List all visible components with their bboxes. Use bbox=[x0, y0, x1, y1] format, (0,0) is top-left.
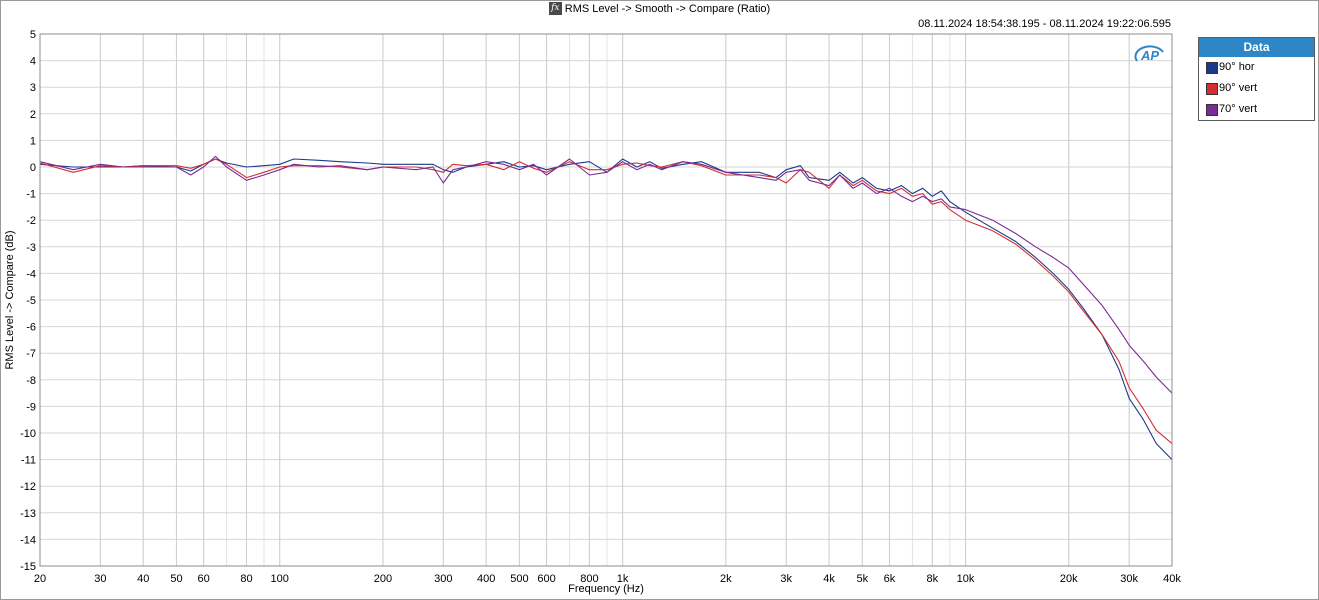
series-line-70-vert bbox=[39, 155, 1173, 394]
x-tick-label: 1k bbox=[617, 573, 629, 585]
x-tick-labels: 20 30 40 50 60 80 100 200 300 400 500 600 800 1k 2k 3k 4… bbox=[34, 573, 1181, 585]
series-line-90-hor bbox=[39, 158, 1173, 460]
y-tick-label: 4 bbox=[30, 56, 36, 68]
y-tick-label: 0 bbox=[30, 162, 36, 174]
x-tick-label: 20k bbox=[1060, 573, 1078, 585]
y-tick-label: -1 bbox=[26, 189, 36, 201]
x-tick-label: 500 bbox=[510, 573, 528, 585]
y-tick-label: -13 bbox=[20, 508, 36, 520]
legend: Data 90° hor 90° vert 70° vert bbox=[1198, 37, 1315, 121]
x-tick-label: 50 bbox=[170, 573, 182, 585]
y-tick-label: 1 bbox=[30, 135, 36, 147]
y-tick-label: -15 bbox=[20, 561, 36, 573]
x-tick-label: 30k bbox=[1120, 573, 1138, 585]
x-tick-label: 2k bbox=[720, 573, 732, 585]
legend-swatch bbox=[1206, 83, 1218, 95]
x-tick-label: 40k bbox=[1163, 573, 1181, 585]
x-tick-label: 60 bbox=[197, 573, 209, 585]
x-tick-label: 200 bbox=[374, 573, 392, 585]
y-tick-label: -14 bbox=[20, 534, 36, 546]
y-tick-labels: 5 4 3 2 1 0 -1 -2 -3 -4 -5 -6 -7 -8 -9 -10 -11 -12 -13 -14 -… bbox=[20, 29, 36, 573]
ap-logo: AP bbox=[1134, 44, 1166, 68]
y-tick-label: -12 bbox=[20, 481, 36, 493]
x-tick-label: 3k bbox=[780, 573, 792, 585]
x-tick-label: 5k bbox=[856, 573, 868, 585]
y-tick-label: -7 bbox=[26, 348, 36, 360]
y-tick-label: -4 bbox=[26, 268, 36, 280]
legend-item-70-vert[interactable]: 70° vert bbox=[1199, 99, 1314, 120]
y-tick-label: 5 bbox=[30, 29, 36, 41]
x-tick-label: 4k bbox=[823, 573, 835, 585]
x-tick-label: 80 bbox=[240, 573, 252, 585]
y-tick-label: -6 bbox=[26, 322, 36, 334]
x-tick-label: 40 bbox=[137, 573, 149, 585]
y-tick-label: -8 bbox=[26, 375, 36, 387]
legend-swatch bbox=[1206, 104, 1218, 116]
plot-area[interactable]: 5 4 3 2 1 0 -1 -2 -3 -4 -5 -6 -7 -8 -9 -10 -11 -12 -13 -14 -… bbox=[0, 0, 1319, 600]
y-tick-label: 2 bbox=[30, 109, 36, 121]
x-tick-label: 10k bbox=[957, 573, 975, 585]
y-tick-label: -5 bbox=[26, 295, 36, 307]
legend-item-90-hor[interactable]: 90° hor bbox=[1199, 57, 1314, 78]
legend-item-90-vert[interactable]: 90° vert bbox=[1199, 78, 1314, 99]
x-tick-label: 400 bbox=[477, 573, 495, 585]
x-tick-label: 20 bbox=[34, 573, 46, 585]
series-line-90-vert bbox=[39, 158, 1173, 445]
x-tick-label: 8k bbox=[926, 573, 938, 585]
legend-item-label: 90° vert bbox=[1219, 82, 1258, 94]
y-tick-label: 3 bbox=[30, 82, 36, 94]
y-tick-label: -9 bbox=[26, 401, 36, 413]
y-tick-label: -3 bbox=[26, 242, 36, 254]
y-tick-label: -2 bbox=[26, 215, 36, 227]
x-tick-label: 6k bbox=[884, 573, 896, 585]
legend-item-label: 90° hor bbox=[1219, 61, 1255, 73]
legend-swatch bbox=[1206, 62, 1218, 74]
x-tick-label: 30 bbox=[94, 573, 106, 585]
ap-logo-text: AP bbox=[1140, 48, 1159, 63]
series-layer bbox=[39, 155, 1173, 460]
y-tick-label: -10 bbox=[20, 428, 36, 440]
x-tick-label: 100 bbox=[271, 573, 289, 585]
legend-item-label: 70° vert bbox=[1219, 103, 1258, 115]
y-tick-label: -11 bbox=[21, 455, 36, 467]
x-tick-label: 300 bbox=[434, 573, 452, 585]
x-tick-label: 800 bbox=[580, 573, 598, 585]
legend-title: Data bbox=[1199, 38, 1314, 57]
grid-major bbox=[39, 33, 1173, 567]
x-tick-label: 600 bbox=[537, 573, 555, 585]
